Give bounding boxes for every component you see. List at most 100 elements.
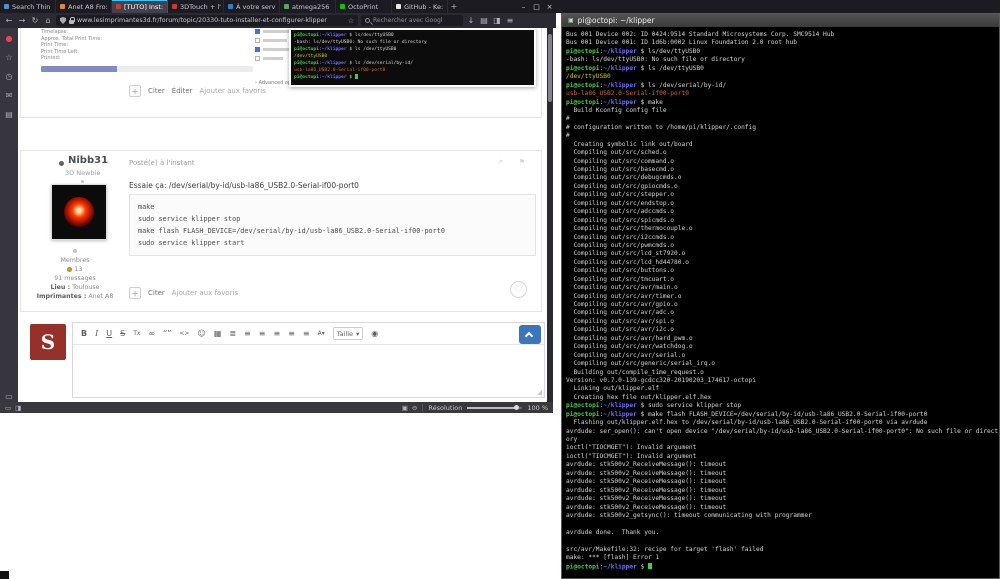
browser-tab[interactable]: OctoPrint [336,0,392,13]
browser-tab[interactable]: À votre serv [224,0,280,13]
display-icon[interactable]: ▭ [5,404,11,412]
browser-tab[interactable]: 3DTouch + l' [168,0,224,13]
italic-icon[interactable]: I [95,323,98,345]
browser-tab[interactable]: Search Thin [0,0,56,13]
library-icon[interactable]: ▤ [479,13,489,28]
multiquote-button[interactable]: + [129,85,141,97]
author-username-link[interactable]: Nibb31 [68,155,108,166]
list-ol-icon[interactable]: ≣ [229,323,236,345]
checkbox-icon[interactable] [255,47,260,52]
underline-icon[interactable]: U [106,323,112,345]
post-action-ajouter-aux-favoris[interactable]: Ajouter aux favoris [200,87,266,95]
slider-knob[interactable] [514,404,520,410]
lock-icon[interactable] [69,17,75,24]
terminal-line: Compiling out/src/command.o [566,157,675,165]
url-bar[interactable]: www.lesimprimantes3d.fr/forum/topic/2033… [56,15,358,26]
remove-format-icon[interactable]: Tx [133,323,140,345]
nav-right-icons: ↓ ▤ ◨ ≡ [466,13,515,28]
statusbar-left-icons: ▭ ◨ [5,404,21,412]
editor-content[interactable] [73,345,544,385]
bookmark-star-icon[interactable]: ☆ [348,17,354,25]
align-right-icon[interactable]: ≡ [288,323,295,345]
author-avatar[interactable] [51,184,107,240]
pocket-icon[interactable]: ● [6,34,13,44]
terminal-line: avrdude: stk500v2_ReceiveMessage(): time… [566,486,727,494]
printers-value: Anet A8 [88,293,114,300]
tab-favicon-icon [60,4,65,9]
display-icon[interactable]: ▭ [5,392,13,402]
justify-icon[interactable]: ≡ [303,323,310,345]
post-action-citer[interactable]: Citer [148,289,165,297]
tab-label: GitHub - Ke: [404,2,444,11]
preview-eye-icon[interactable]: ◉ [371,323,378,345]
home-icon[interactable]: ⌂ [43,13,53,28]
browser-tab[interactable]: GitHub - Ke: [392,0,448,13]
terminal-line: Compiling out/src/avr/adc.o [566,309,675,317]
tracking-shield-icon[interactable] [60,17,66,24]
terminal-line: avrdude: stk500v2_ReceiveMessage(): time… [566,478,727,486]
list-ul-icon[interactable]: ≡ [244,323,251,345]
scrollbar-thumb[interactable] [548,34,552,102]
maximize-button[interactable]: □ [530,0,543,13]
post-action-ajouter-aux-favoris[interactable]: Ajouter aux favoris [172,289,238,297]
bookmark-star-icon[interactable]: ☆ [5,53,12,63]
post-action--diter[interactable]: Éditer [172,87,193,95]
navigation-bar: ← → ↻ ⌂ www.lesimprimantes3d.fr/forum/topic… [0,13,556,28]
tab-label: 3DTouch + l' [180,2,221,11]
attached-terminal-screenshot[interactable]: pi@octopi:~/klipper $ ls/dev/ttyUSB0 -bas… [289,28,536,87]
align-left-icon[interactable]: ≡ [259,323,266,345]
terminal-line: pi@octopi:~/klipper $ make flash FLASH_D… [566,410,928,418]
share-icon[interactable]: ↗ [497,158,503,166]
checkbox-icon[interactable] [255,38,260,43]
post-action-citer[interactable]: Citer [148,87,165,95]
resize-handle[interactable] [537,390,542,395]
new-tab-button[interactable]: + [448,0,460,13]
resolution-slider[interactable] [467,404,523,410]
sidebar-toggle-icon[interactable]: ◨ [492,13,502,28]
terminal-line: Compiling out/src/pwmcmds.o [566,241,675,249]
text-color-icon[interactable]: A▾ [318,323,325,345]
terminal-title-bar[interactable]: ▣ pi@octopi: ~/klipper [562,14,999,27]
history-clock-icon[interactable]: ◷ [6,72,13,82]
camera-icon[interactable]: ▣ [402,404,408,412]
like-button[interactable]: ♡ [510,281,527,298]
terminal-line: avrdude: stk500v2_ReceiveMessage(): time… [566,461,727,469]
menu-icon[interactable]: ≡ [505,13,515,28]
zoom-out-icon[interactable]: ⊖ [412,404,417,412]
multiquote-button[interactable]: + [129,287,141,299]
pages-icon[interactable]: ▤ [5,110,13,120]
checkbox-icon[interactable] [255,56,260,61]
checkbox-icon[interactable] [255,29,260,34]
bold-icon[interactable]: B [81,323,87,345]
search-input[interactable] [373,17,453,24]
font-size-select[interactable]: Taille ▾ [332,327,364,340]
terminal-line: Building out/compile_time_request.o [566,368,704,376]
current-user-avatar[interactable]: S [30,324,66,360]
close-button[interactable]: × [543,0,556,13]
back-icon[interactable]: ← [4,13,14,28]
strikethrough-icon[interactable]: S [120,323,125,345]
mail-icon[interactable]: ✉ [6,91,13,101]
terminal-output[interactable]: Bus 001 Device 002: ID 0424:9514 Standar… [562,27,999,578]
align-center-icon[interactable]: ≡ [273,323,280,345]
quote-icon[interactable]: “” [163,323,171,345]
table-icon[interactable]: ▦ [214,323,222,345]
terminal-line: avrdude done. Thank you. [566,528,660,536]
search-bar[interactable] [361,15,463,26]
refresh-icon[interactable]: ↻ [30,13,40,28]
minimize-button[interactable]: – [517,0,530,13]
browser-tab[interactable]: [TUTO] Inst: [112,0,168,13]
windows-icon[interactable]: ◨ [15,404,21,412]
flag-icon[interactable]: ⚑ [519,158,525,166]
downloads-icon[interactable]: ↓ [466,13,476,28]
emoji-icon[interactable]: ☺ [197,323,205,345]
code-icon[interactable]: <> [179,323,189,345]
terminal-line: Compiling out/src/avr/hard_pwm.o [566,334,693,342]
page-scrollbar[interactable] [547,28,553,402]
post-actions: + Citer Éditer Ajouter aux favoris [129,85,266,97]
link-icon[interactable]: ∞ [148,323,155,345]
forward-icon[interactable]: → [17,13,27,28]
browser-tab[interactable]: Anet A8 Fro: [56,0,112,13]
collapse-editor-button[interactable] [519,325,541,344]
browser-tab[interactable]: atmega256 [280,0,336,13]
